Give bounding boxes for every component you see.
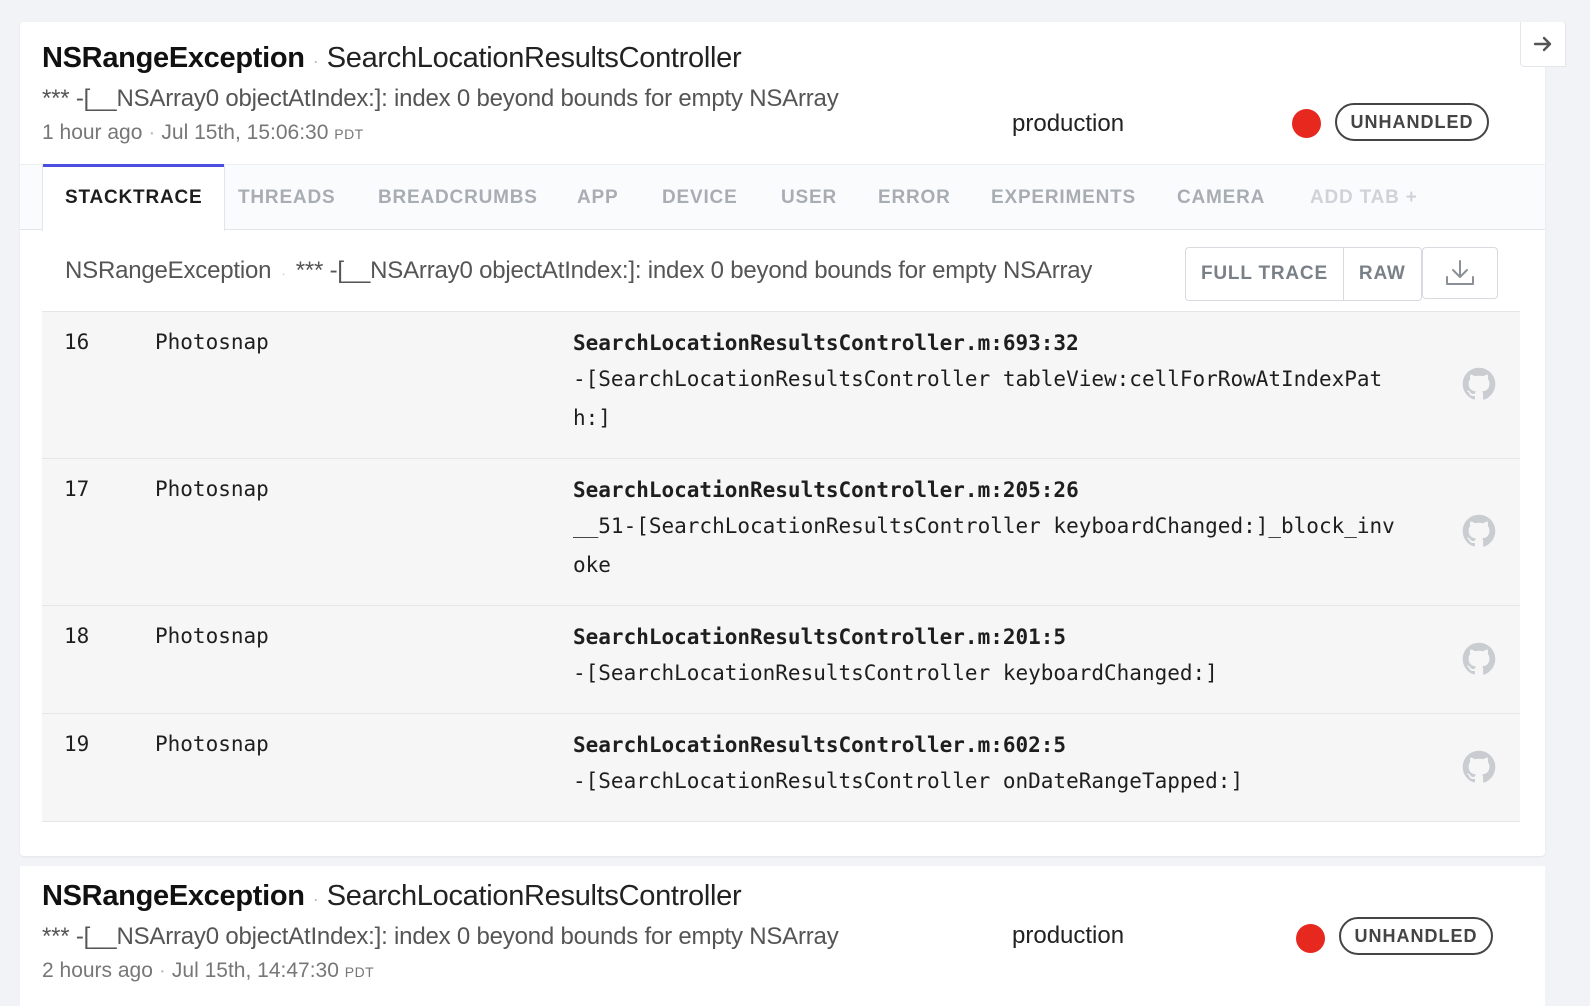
tab-app[interactable]: APP bbox=[577, 165, 618, 230]
tab-experiments[interactable]: EXPERIMENTS bbox=[991, 165, 1136, 230]
relative-time: 2 hours ago bbox=[42, 959, 153, 982]
frame-code: SearchLocationResultsController.m:693:32… bbox=[573, 312, 1405, 458]
github-icon[interactable] bbox=[1462, 750, 1496, 784]
frame-method: -[SearchLocationResultsController keyboa… bbox=[573, 661, 1218, 685]
full-trace-button[interactable]: FULL TRACE bbox=[1186, 248, 1343, 300]
title-separator: · bbox=[312, 51, 319, 71]
next-event-card[interactable]: NSRangeException · SearchLocationResults… bbox=[20, 866, 1545, 1006]
environment-label: production bbox=[1012, 110, 1125, 137]
stack-frame[interactable]: 18 Photosnap SearchLocationResultsContro… bbox=[42, 605, 1520, 713]
frame-location: SearchLocationResultsController.m:693:32 bbox=[573, 331, 1079, 355]
event-title[interactable]: NSRangeException · SearchLocationResults… bbox=[42, 42, 1502, 75]
download-icon bbox=[1446, 260, 1474, 285]
severity-indicator bbox=[1292, 109, 1321, 138]
exception-message: *** -[__NSArray0 objectAtIndex:]: index … bbox=[295, 257, 1093, 284]
frame-location: SearchLocationResultsController.m:205:26 bbox=[573, 478, 1079, 502]
absolute-time: Jul 15th, 14:47:30 bbox=[171, 959, 339, 982]
frame-number: 16 bbox=[64, 330, 90, 354]
github-icon[interactable] bbox=[1462, 514, 1496, 548]
stack-frames: 16 Photosnap SearchLocationResultsContro… bbox=[42, 311, 1520, 822]
error-class: NSRangeException bbox=[42, 42, 305, 74]
add-tab-button[interactable]: ADD TAB + bbox=[1310, 165, 1418, 230]
frame-code: SearchLocationResultsController.m:201:5 … bbox=[573, 606, 1405, 713]
tab-camera[interactable]: CAMERA bbox=[1177, 165, 1265, 230]
tab-stacktrace[interactable]: STACKTRACE bbox=[42, 164, 226, 231]
event-card: NSRangeException · SearchLocationResults… bbox=[20, 22, 1566, 856]
time-separator: · bbox=[158, 959, 166, 982]
frame-module: Photosnap bbox=[155, 330, 269, 354]
error-message: *** -[__NSArray0 objectAtIndex:]: index … bbox=[42, 85, 839, 112]
frame-module: Photosnap bbox=[155, 477, 269, 501]
tab-error[interactable]: ERROR bbox=[878, 165, 951, 230]
download-button[interactable] bbox=[1422, 247, 1498, 299]
relative-time: 1 hour ago bbox=[42, 121, 143, 144]
frame-module: Photosnap bbox=[155, 624, 269, 648]
open-event-button[interactable] bbox=[1520, 22, 1566, 67]
stack-frame[interactable]: 17 Photosnap SearchLocationResultsContro… bbox=[42, 458, 1520, 605]
exception-separator: · bbox=[281, 265, 286, 281]
github-icon[interactable] bbox=[1462, 642, 1496, 676]
severity-indicator bbox=[1296, 924, 1325, 953]
event-tabs: STACKTRACE THREADS BREADCRUMBS APP DEVIC… bbox=[20, 164, 1545, 231]
event-timestamp: 2 hours ago · Jul 15th, 14:47:30 PDT bbox=[42, 959, 1502, 983]
event-header: NSRangeException · SearchLocationResults… bbox=[42, 42, 1502, 145]
timezone: PDT bbox=[334, 126, 364, 142]
event-title[interactable]: NSRangeException · SearchLocationResults… bbox=[42, 880, 1502, 913]
trace-view-toggle: FULL TRACE RAW bbox=[1185, 247, 1422, 301]
frame-method: -[SearchLocationResultsController onDate… bbox=[573, 769, 1244, 793]
timezone: PDT bbox=[344, 964, 375, 980]
frame-number: 18 bbox=[64, 624, 90, 648]
frame-number: 19 bbox=[64, 732, 90, 756]
frame-location: SearchLocationResultsController.m:602:5 bbox=[573, 733, 1067, 757]
event-header: NSRangeException · SearchLocationResults… bbox=[42, 880, 1502, 983]
environment-label: production bbox=[1012, 922, 1125, 949]
frame-location: SearchLocationResultsController.m:201:5 bbox=[573, 625, 1067, 649]
stack-frame[interactable]: 16 Photosnap SearchLocationResultsContro… bbox=[42, 311, 1520, 458]
arrow-right-icon bbox=[1533, 36, 1552, 52]
tab-device[interactable]: DEVICE bbox=[662, 165, 738, 230]
stack-frame[interactable]: 19 Photosnap SearchLocationResultsContro… bbox=[42, 713, 1520, 822]
status-badge: UNHANDLED bbox=[1339, 917, 1493, 955]
time-separator: · bbox=[148, 121, 156, 144]
error-context: SearchLocationResultsController bbox=[326, 42, 742, 74]
absolute-time: Jul 15th, 15:06:30 bbox=[161, 121, 329, 144]
frame-method: -[SearchLocationResultsController tableV… bbox=[573, 367, 1383, 430]
exception-text: NSRangeException · *** -[__NSArray0 object… bbox=[65, 257, 1092, 285]
frame-module: Photosnap bbox=[155, 732, 269, 756]
frame-method: __51-[SearchLocationResultsController ke… bbox=[573, 514, 1395, 577]
github-icon[interactable] bbox=[1462, 367, 1496, 401]
exception-class: NSRangeException bbox=[65, 257, 272, 284]
tab-breadcrumbs[interactable]: BREADCRUMBS bbox=[378, 165, 538, 230]
error-class: NSRangeException bbox=[42, 880, 305, 912]
title-separator: · bbox=[312, 889, 319, 909]
status-badge: UNHANDLED bbox=[1335, 103, 1489, 141]
error-message: *** -[__NSArray0 objectAtIndex:]: index … bbox=[42, 923, 839, 950]
tab-threads[interactable]: THREADS bbox=[238, 165, 335, 230]
frame-number: 17 bbox=[64, 477, 90, 501]
raw-button[interactable]: RAW bbox=[1342, 248, 1421, 300]
frame-code: SearchLocationResultsController.m:205:26… bbox=[573, 459, 1405, 605]
tab-user[interactable]: USER bbox=[781, 165, 837, 230]
error-context: SearchLocationResultsController bbox=[326, 880, 742, 912]
exception-summary: NSRangeException · *** -[__NSArray0 object… bbox=[20, 231, 1545, 311]
frame-code: SearchLocationResultsController.m:602:5 … bbox=[573, 714, 1405, 821]
event-timestamp: 1 hour ago · Jul 15th, 15:06:30 PDT bbox=[42, 121, 1502, 145]
